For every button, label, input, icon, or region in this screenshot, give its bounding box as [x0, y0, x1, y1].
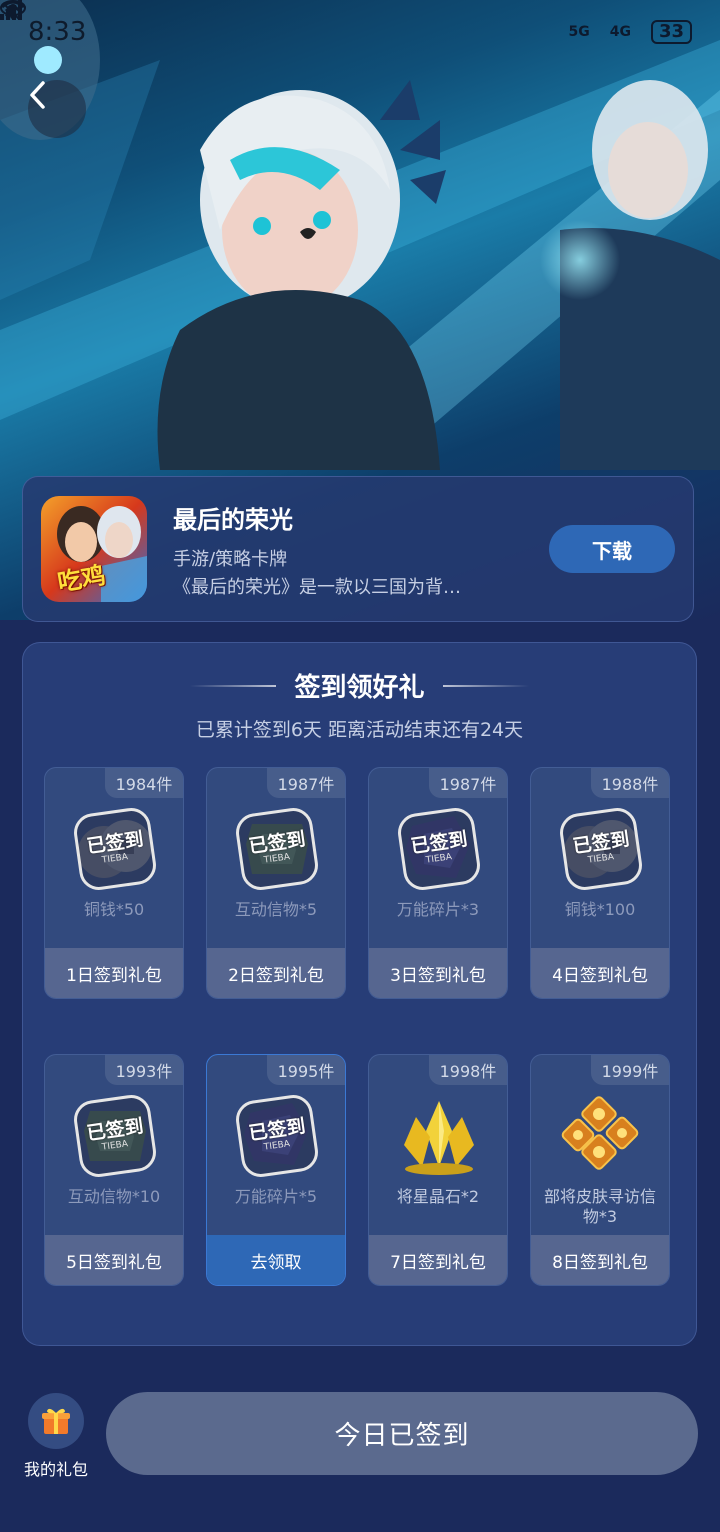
- signin-day-3-card: 1987件已签到 TIEBA 万能碎片*3 3日签到礼包: [368, 767, 508, 999]
- stock-count: 1987件: [267, 768, 345, 798]
- day-label: 4日签到礼包: [531, 948, 669, 998]
- game-title: 最后的荣光: [173, 505, 293, 534]
- stock-count: 1984件: [105, 768, 183, 798]
- claim-button[interactable]: 去领取: [207, 1235, 345, 1285]
- signin-reward-grid: 1984件已签到 TIEBA 铜钱*50 1日签到礼包 1987件已签到 TIEBA 互动信…: [23, 643, 696, 1345]
- network-4g-label: 4G: [609, 24, 631, 40]
- signin-day-8-card: 1999件部将皮肤寻访信物*3 8日签到礼包: [530, 1054, 670, 1286]
- coin-icon: 已签到 TIEBA: [70, 804, 160, 894]
- coin-icon: 已签到 TIEBA: [556, 804, 646, 894]
- my-gifts-label[interactable]: 我的礼包: [14, 1456, 98, 1480]
- shard-icon: 已签到 TIEBA: [394, 804, 484, 894]
- game-info-card: 吃鸡 最后的荣光 手游/策略卡牌 《最后的荣光》是一款以三国为背… 下载: [22, 476, 694, 622]
- signed-stamp-icon: 已签到 TIEBA: [70, 804, 160, 894]
- day-label: 7日签到礼包: [369, 1235, 507, 1285]
- game-description: 《最后的荣光》是一款以三国为背…: [173, 576, 461, 598]
- reward-name: 万能碎片*3: [396, 900, 480, 919]
- reward-name: 铜钱*100: [564, 900, 636, 919]
- signed-stamp-icon: 已签到 TIEBA: [556, 804, 646, 894]
- reward-name: 万能碎片*5: [234, 1187, 318, 1206]
- stock-count: 1993件: [105, 1055, 183, 1085]
- reward-name: 将星晶石*2: [396, 1187, 480, 1206]
- day-label: 3日签到礼包: [369, 948, 507, 998]
- token-icon: 已签到 TIEBA: [70, 1091, 160, 1181]
- status-time: 8:33: [28, 17, 87, 47]
- stock-count: 1988件: [591, 768, 669, 798]
- signed-stamp-icon: 已签到 TIEBA: [70, 1091, 160, 1181]
- token-icon: 已签到 TIEBA: [232, 804, 322, 894]
- back-button[interactable]: [28, 80, 86, 138]
- gift-icon: [42, 1408, 70, 1434]
- day-label: 8日签到礼包: [531, 1235, 669, 1285]
- my-gifts-button[interactable]: [28, 1393, 84, 1449]
- game-app-icon[interactable]: 吃鸡: [41, 496, 147, 602]
- game-genre: 手游/策略卡牌: [173, 548, 288, 570]
- stock-count: 1987件: [429, 768, 507, 798]
- download-button[interactable]: 下载: [549, 525, 675, 573]
- signin-day-2-card: 1987件已签到 TIEBA 互动信物*5 2日签到礼包: [206, 767, 346, 999]
- day-label: 2日签到礼包: [207, 948, 345, 998]
- stock-count: 1995件: [267, 1055, 345, 1085]
- signed-stamp-icon: 已签到 TIEBA: [232, 804, 322, 894]
- day-label: 5日签到礼包: [45, 1235, 183, 1285]
- signin-day-1-card: 1984件已签到 TIEBA 铜钱*50 1日签到礼包: [44, 767, 184, 999]
- reward-name: 互动信物*5: [234, 900, 318, 919]
- stock-count: 1998件: [429, 1055, 507, 1085]
- signed-stamp-icon: 已签到 TIEBA: [394, 804, 484, 894]
- reward-name: 部将皮肤寻访信物*3: [543, 1187, 656, 1226]
- stock-count: 1999件: [591, 1055, 669, 1085]
- signin-panel: 签到领好礼 已累计签到6天 距离活动结束还有24天 1984件 已签到 TIEBA 铜…: [22, 642, 697, 1346]
- signin-day-7-card: 1998件将星晶石*2 7日签到礼包: [368, 1054, 508, 1286]
- skin-token-icon: [556, 1091, 646, 1181]
- signin-day-4-card: 1988件已签到 TIEBA 铜钱*100 4日签到礼包: [530, 767, 670, 999]
- signed-today-button[interactable]: 今日已签到: [106, 1392, 698, 1475]
- reward-name: 互动信物*10: [67, 1187, 161, 1206]
- signin-day-5-card: 1993件已签到 TIEBA 互动信物*10 5日签到礼包: [44, 1054, 184, 1286]
- status-bar: 8:33 5G 4G 33: [0, 0, 720, 64]
- reward-name: 铜钱*50: [83, 900, 145, 919]
- game-info: 最后的荣光 手游/策略卡牌 《最后的荣光》是一款以三国为背…: [173, 500, 549, 599]
- battery-indicator: 33: [650, 20, 692, 44]
- crystal-icon: [394, 1091, 484, 1181]
- signed-stamp-icon: 已签到 TIEBA: [232, 1091, 322, 1181]
- chevron-left-icon: [30, 81, 45, 109]
- shard-icon: 已签到 TIEBA: [232, 1091, 322, 1181]
- day-label: 1日签到礼包: [45, 948, 183, 998]
- network-5g-label: 5G: [568, 24, 590, 40]
- signin-day-6-card[interactable]: 1995件已签到 TIEBA 万能碎片*5 去领取: [206, 1054, 346, 1286]
